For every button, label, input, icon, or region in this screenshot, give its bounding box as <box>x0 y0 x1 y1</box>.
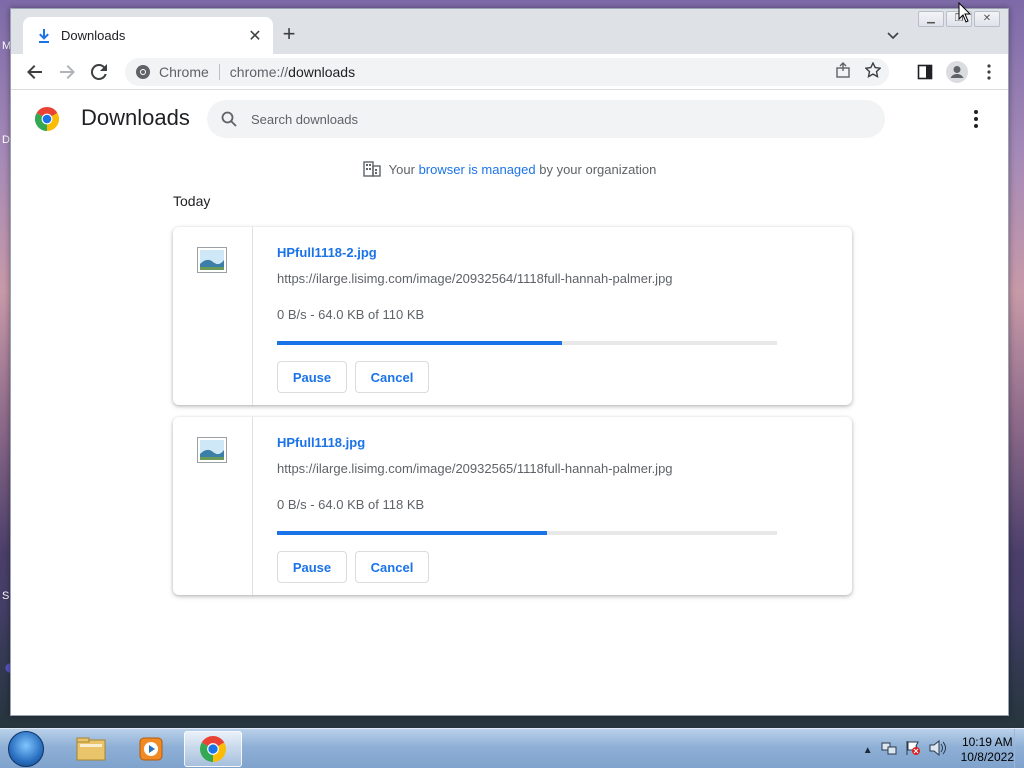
search-downloads-input[interactable]: Search downloads <box>207 100 885 138</box>
download-item-icon-column <box>173 227 253 405</box>
download-icon <box>37 28 51 43</box>
taskbar-clock[interactable]: 10:19 AM 10/8/2022 <box>961 735 1014 765</box>
show-hidden-icons-icon[interactable]: ▲ <box>863 745 873 756</box>
clock-time: 10:19 AM <box>961 735 1013 749</box>
close-window-button[interactable]: ✕ <box>974 11 1000 27</box>
close-tab-icon[interactable]: ✕ <box>247 26 263 46</box>
url-path: downloads <box>288 64 356 80</box>
share-icon[interactable] <box>835 62 851 83</box>
building-icon <box>362 161 381 177</box>
volume-icon[interactable] <box>929 739 947 761</box>
download-status: 0 B/s - 64.0 KB of 110 KB <box>277 307 425 322</box>
browser-toolbar: Chrome chrome:// downloads <box>11 54 1008 90</box>
managed-prefix: Your <box>388 161 419 177</box>
date-section-header: Today <box>173 193 211 209</box>
side-panel-icon <box>917 64 933 80</box>
system-tray: ▲ 10:19 AM 10/8/2022 <box>863 735 1014 765</box>
image-file-icon <box>197 437 227 463</box>
browser-managed-link[interactable]: browser is managed <box>419 162 536 177</box>
tab-downloads[interactable]: Downloads ✕ <box>23 17 273 54</box>
chrome-logo-icon <box>35 107 59 131</box>
forward-button[interactable] <box>55 60 79 84</box>
back-button[interactable] <box>23 60 47 84</box>
tab-strip: Downloads ✕ + ▁ ❐ ✕ <box>11 9 1008 54</box>
desktop-icon-label-fragment: D <box>2 134 10 146</box>
network-icon[interactable] <box>881 740 897 761</box>
chrome-menu-button[interactable] <box>977 60 1001 84</box>
source-url[interactable]: https://ilarge.lisimg.com/image/20932565… <box>277 461 673 476</box>
media-player-taskbar-button[interactable] <box>122 731 180 767</box>
image-file-icon <box>197 247 227 273</box>
downloads-page: Downloads Search downloads Your browser … <box>11 91 1008 715</box>
start-button[interactable] <box>8 731 44 767</box>
address-chip: Chrome <box>159 64 220 80</box>
file-explorer-icon <box>76 737 106 761</box>
page-title: Downloads <box>81 105 190 130</box>
url-scheme: chrome:// <box>229 64 289 80</box>
cancel-button[interactable]: Cancel <box>355 361 429 393</box>
side-panel-button[interactable] <box>913 60 937 84</box>
downloads-header: Downloads Search downloads <box>11 91 1008 147</box>
download-progress-fill <box>277 341 562 345</box>
pause-button[interactable]: Pause <box>277 361 347 393</box>
reload-icon <box>91 64 107 80</box>
forward-arrow-icon <box>60 65 75 79</box>
download-item: HPfull1118.jpg https://ilarge.lisimg.com… <box>173 417 852 595</box>
profile-avatar-icon <box>946 61 968 83</box>
download-progress-bar <box>277 341 777 345</box>
taskbar: ▲ 10:19 AM 10/8/2022 <box>0 728 1024 768</box>
chrome-taskbar-button[interactable] <box>184 731 242 767</box>
download-item-icon-column <box>173 417 253 595</box>
media-player-icon <box>139 737 163 761</box>
back-arrow-icon <box>27 65 42 79</box>
file-name-link[interactable]: HPfull1118-2.jpg <box>277 245 377 260</box>
reload-button[interactable] <box>87 60 111 84</box>
clock-date: 10/8/2022 <box>960 750 1014 764</box>
new-tab-button[interactable]: + <box>277 23 301 45</box>
tab-search-chevron-icon[interactable] <box>885 27 901 43</box>
file-explorer-taskbar-button[interactable] <box>62 731 120 767</box>
downloads-more-menu-icon[interactable] <box>967 109 985 129</box>
chrome-icon <box>200 736 226 762</box>
download-progress-bar <box>277 531 777 535</box>
download-status: 0 B/s - 64.0 KB of 118 KB <box>277 497 425 512</box>
show-desktop-button[interactable] <box>1014 729 1024 768</box>
desktop-icon-label-fragment: S <box>2 590 10 602</box>
source-url[interactable]: https://ilarge.lisimg.com/image/20932564… <box>277 271 673 286</box>
download-progress-fill <box>277 531 547 535</box>
bookmark-star-icon[interactable] <box>864 61 882 83</box>
mouse-cursor-icon <box>958 2 972 23</box>
more-vert-icon <box>987 64 991 80</box>
action-center-flag-icon[interactable] <box>905 740 921 761</box>
search-placeholder: Search downloads <box>251 111 358 127</box>
profile-button[interactable] <box>945 60 969 84</box>
cancel-button[interactable]: Cancel <box>355 551 429 583</box>
tab-title: Downloads <box>61 28 126 43</box>
address-bar[interactable]: Chrome chrome:// downloads <box>125 58 889 86</box>
minimize-button[interactable]: ▁ <box>918 11 944 27</box>
pause-button[interactable]: Pause <box>277 551 347 583</box>
download-item: HPfull1118-2.jpg https://ilarge.lisimg.c… <box>173 227 852 405</box>
managed-notice: Your browser is managed by your organiza… <box>11 161 1008 177</box>
search-icon <box>221 111 237 127</box>
chrome-site-icon <box>136 65 150 79</box>
managed-suffix: by your organization <box>535 161 657 177</box>
file-name-link[interactable]: HPfull1118.jpg <box>277 435 365 450</box>
browser-window: Downloads ✕ + ▁ ❐ ✕ Chrome chrome:// dow… <box>10 8 1009 716</box>
